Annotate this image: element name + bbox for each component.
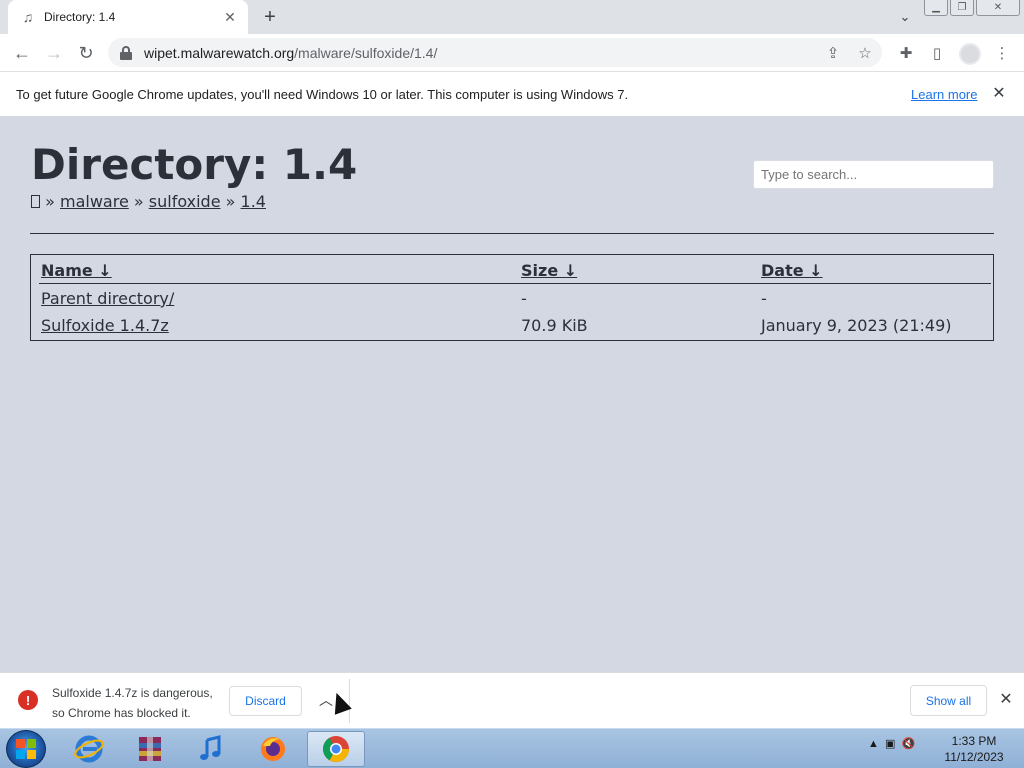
name-column-header[interactable]: Name ↓ (41, 261, 112, 280)
file-link[interactable]: Sulfoxide 1.4.7z (41, 316, 169, 335)
show-all-button[interactable]: Show all (910, 685, 987, 716)
side-panel-icon[interactable]: ▯ (926, 42, 948, 64)
share-icon[interactable]: ⇪ (824, 44, 842, 62)
clock-date: 11/12/2023 (944, 750, 1004, 764)
discard-button[interactable]: Discard (229, 686, 302, 716)
firefox-icon[interactable] (244, 731, 302, 767)
address-bar[interactable]: wipet.malwarewatch.org/malware/sulfoxide… (108, 38, 882, 67)
page-content: Directory: 1.4 » malware » sulfoxide » 1… (0, 116, 1024, 672)
minimize-button[interactable]: ▁ (924, 0, 948, 16)
table-row-date: January 9, 2023 (21:49) (761, 316, 952, 335)
table-row-name: Parent directory/ (41, 289, 174, 308)
breadcrumb-current[interactable]: 1.4 (241, 192, 266, 211)
infobar-message: To get future Google Chrome updates, you… (16, 87, 629, 102)
tab-title: Directory: 1.4 (44, 10, 116, 24)
breadcrumb-separator: » (45, 192, 55, 211)
search-input[interactable] (753, 160, 994, 189)
winrar-icon[interactable] (121, 731, 179, 767)
divider (30, 233, 994, 234)
windows-logo-icon (16, 739, 36, 759)
star-icon[interactable]: ☆ (856, 44, 874, 62)
learn-more-link[interactable]: Learn more (911, 87, 977, 102)
browser-toolbar: ← → ↻ wipet.malwarewatch.org/malware/sul… (0, 34, 1024, 71)
home-icon[interactable] (31, 192, 40, 211)
download-message-line1: Sulfoxide 1.4.7z is dangerous, (52, 686, 213, 700)
lock-icon[interactable] (120, 45, 132, 60)
system-tray[interactable]: ▲ ▣ 🔇 (868, 737, 915, 750)
breadcrumb-malware[interactable]: malware (60, 192, 129, 211)
url-host: wipet.malwarewatch.org (144, 44, 295, 61)
profile-avatar[interactable] (959, 43, 981, 65)
download-bar: ! Sulfoxide 1.4.7z is dangerous, so Chro… (0, 672, 1024, 728)
breadcrumb-sulfoxide[interactable]: sulfoxide (149, 192, 221, 211)
chevron-down-icon[interactable]: ⌄ (894, 8, 916, 26)
windows-taskbar: ▲ ▣ 🔇 1:33 PM 11/12/2023 (0, 728, 1024, 768)
table-row-size: 70.9 KiB (521, 316, 588, 335)
file-listing-table: Name ↓ Size ↓ Date ↓ Parent directory/ -… (30, 254, 994, 341)
itunes-icon[interactable] (182, 731, 240, 767)
breadcrumb-separator: » (133, 192, 144, 211)
tab-strip: ♫ Directory: 1.4 ✕ + ⌄ ▁ ❐ ✕ (0, 0, 1024, 34)
forward-arrow-icon[interactable]: → (41, 40, 67, 66)
reload-icon[interactable]: ↻ (73, 40, 99, 66)
music-note-icon: ♫ (22, 9, 34, 25)
update-infobar: To get future Google Chrome updates, you… (0, 71, 1024, 116)
url-text: wipet.malwarewatch.org/malware/sulfoxide… (144, 45, 437, 61)
url-path: /malware/sulfoxide/1.4/ (294, 44, 438, 61)
size-column-header[interactable]: Size ↓ (521, 261, 577, 280)
window-controls: ▁ ❐ ✕ (922, 0, 1020, 18)
close-window-button[interactable]: ✕ (976, 0, 1020, 16)
taskbar-clock[interactable]: 1:33 PM 11/12/2023 (936, 733, 1012, 765)
breadcrumb: » malware » sulfoxide » 1.4 (31, 192, 266, 211)
breadcrumb-separator: » (225, 192, 236, 211)
page-title: Directory: 1.4 (31, 140, 358, 189)
plus-icon[interactable]: + (258, 6, 282, 28)
parent-directory-link[interactable]: Parent directory/ (41, 289, 174, 308)
date-column-header[interactable]: Date ↓ (761, 261, 823, 280)
internet-explorer-icon[interactable] (60, 731, 118, 767)
download-item[interactable]: Sulfoxide 1.4.7z is dangerous, so Chrome… (52, 683, 213, 723)
download-message-line2: so Chrome has blocked it. (52, 706, 191, 720)
start-button[interactable] (6, 730, 46, 768)
puzzle-icon[interactable]: ✚ (895, 42, 917, 64)
clock-time: 1:33 PM (951, 734, 997, 748)
table-row-size: - (521, 289, 527, 308)
chrome-icon[interactable] (307, 731, 365, 767)
browser-tab[interactable]: ♫ Directory: 1.4 ✕ (8, 0, 248, 34)
header-divider (39, 283, 991, 284)
close-icon[interactable]: ✕ (222, 9, 238, 25)
back-arrow-icon[interactable]: ← (9, 40, 35, 66)
warning-icon: ! (18, 690, 38, 710)
close-icon[interactable]: ✕ (990, 84, 1008, 102)
table-row-name: Sulfoxide 1.4.7z (41, 316, 169, 335)
table-row-date: - (761, 289, 767, 308)
more-vert-icon[interactable]: ⋮ (991, 42, 1013, 64)
close-icon[interactable]: ✕ (997, 690, 1015, 708)
maximize-button[interactable]: ❐ (950, 0, 974, 16)
